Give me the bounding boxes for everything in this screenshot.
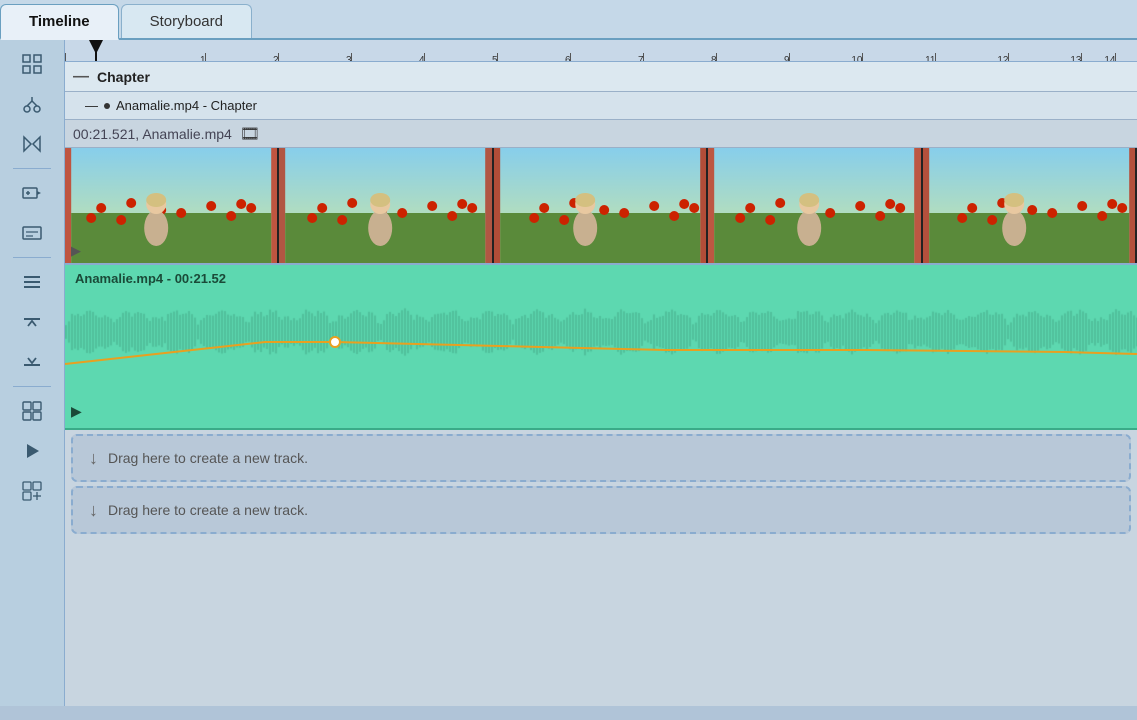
video-track: 00:21.521, Anamalie.mp4 🎞 ▶ — [65, 120, 1137, 265]
film-frame — [279, 148, 493, 263]
film-icon: 🎞 — [240, 124, 260, 144]
ruler-label: 7 — [638, 55, 644, 62]
ruler-label: 14 — [1104, 55, 1115, 62]
trim-tool-button[interactable] — [12, 86, 52, 122]
chapter-dash: — — [73, 68, 89, 86]
ruler-label: 1 — [200, 55, 206, 62]
ruler-marks: 0 min1234567891011121314 — [65, 40, 1137, 61]
tab-storyboard[interactable]: Storyboard — [121, 4, 252, 38]
audio-track-play-icon: ▶ — [71, 403, 82, 420]
ruler-label: 10 — [851, 55, 862, 62]
add-video-track-button[interactable] — [12, 175, 52, 211]
grid-icon — [21, 53, 43, 75]
volume-envelope — [65, 292, 1137, 372]
audio-track: Anamalie.mp4 - 00:21.52 ▶ — [65, 265, 1137, 430]
ruler-label: 13 — [1070, 55, 1081, 62]
select-tool-button[interactable] — [12, 46, 52, 82]
subchapter-dash: — — [85, 98, 98, 113]
add-video-track-icon — [21, 182, 43, 204]
drop-arrow-2: ↓ — [89, 500, 98, 521]
play-icon — [23, 442, 41, 460]
multicam-button[interactable] — [12, 393, 52, 429]
video-track-header: 00:21.521, Anamalie.mp4 🎞 — [65, 120, 1137, 148]
scissors-icon — [21, 93, 43, 115]
ruler-label: 9 — [784, 55, 790, 62]
drop-zone-2[interactable]: ↓ Drag here to create a new track. — [71, 486, 1131, 534]
toolbar — [0, 40, 65, 706]
timestamp-label: 00:21.521, Anamalie.mp4 — [73, 126, 232, 142]
drop-arrow-1: ↓ — [89, 448, 98, 469]
move-track-down-button[interactable] — [12, 344, 52, 380]
subchapter-dot — [104, 103, 110, 109]
ruler[interactable]: 0 min1234567891011121314 — [65, 40, 1137, 62]
drop-label-1: Drag here to create a new track. — [108, 450, 308, 466]
subtitle-track-icon — [21, 222, 43, 244]
ruler-label: 8 — [711, 55, 717, 62]
drop-label-2: Drag here to create a new track. — [108, 502, 308, 518]
subchapter-label: Anamalie.mp4 - Chapter — [116, 98, 257, 113]
main-container: 0 min1234567891011121314 — Chapter — Ana… — [0, 40, 1137, 706]
ruler-label: 2 — [273, 55, 279, 62]
video-track-play-icon: ▶ — [71, 243, 81, 259]
ruler-label: 5 — [492, 55, 498, 62]
play-button[interactable] — [12, 433, 52, 469]
film-frame — [65, 148, 279, 263]
track-settings-icon — [21, 271, 43, 293]
playhead[interactable] — [95, 40, 97, 61]
chapter-row: — Chapter — [65, 62, 1137, 92]
add-subtitle-track-button[interactable] — [12, 215, 52, 251]
tab-timeline[interactable]: Timeline — [0, 4, 119, 40]
chapter-label: Chapter — [97, 69, 150, 85]
ruler-label: 12 — [997, 55, 1008, 62]
timeline-area: 0 min1234567891011121314 — Chapter — Ana… — [65, 40, 1137, 706]
move-track-up-button[interactable] — [12, 304, 52, 340]
envelope-keyframe[interactable] — [330, 337, 340, 347]
film-frame — [494, 148, 708, 263]
toolbar-sep-3 — [13, 386, 51, 387]
toolbar-sep-2 — [13, 257, 51, 258]
split-tool-button[interactable] — [12, 126, 52, 162]
keyframe-button[interactable] — [12, 473, 52, 509]
ruler-label: 4 — [419, 55, 425, 62]
split-icon — [21, 133, 43, 155]
film-frame — [923, 148, 1137, 263]
track-settings-button[interactable] — [12, 264, 52, 300]
move-down-icon — [21, 351, 43, 373]
drop-zone-1[interactable]: ↓ Drag here to create a new track. — [71, 434, 1131, 482]
move-up-icon — [21, 311, 43, 333]
tracks-container[interactable]: — Chapter — Anamalie.mp4 - Chapter 00:21… — [65, 62, 1137, 706]
film-frame — [708, 148, 922, 263]
film-strip — [65, 148, 1137, 263]
toolbar-sep-1 — [13, 168, 51, 169]
tab-bar: Timeline Storyboard — [0, 0, 1137, 40]
subchapter-row: — Anamalie.mp4 - Chapter — [65, 92, 1137, 120]
multicam-icon — [21, 400, 43, 422]
ruler-label: 3 — [346, 55, 352, 62]
ruler-label: 11 — [925, 55, 935, 62]
audio-waveform-area — [65, 292, 1137, 372]
ruler-label: 6 — [565, 55, 571, 62]
ruler-label: 0 min — [65, 55, 66, 62]
keyframe-icon — [21, 480, 43, 502]
audio-track-label: Anamalie.mp4 - 00:21.52 — [65, 265, 1137, 288]
